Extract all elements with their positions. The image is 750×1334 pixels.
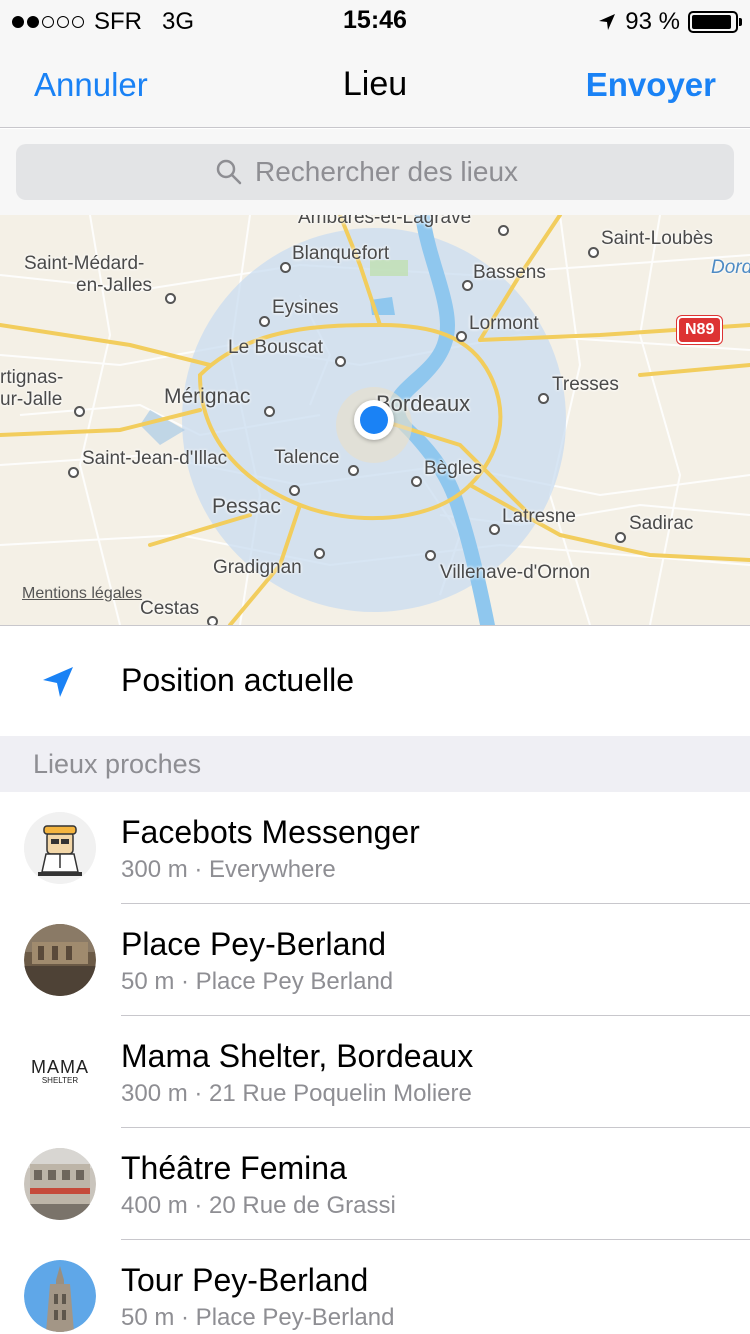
map-marker-icon	[74, 406, 85, 417]
status-right: 93 %	[597, 8, 742, 36]
map-marker-icon	[462, 280, 473, 291]
place-name: Tour Pey-Berland	[121, 1262, 369, 1298]
battery-icon	[688, 11, 742, 33]
map-label: rtignas-	[0, 367, 64, 388]
nearby-list: Facebots Messenger 300 m · Everywhere Pl…	[0, 792, 750, 1334]
map-view[interactable]: N89 Ambarès-et-Lagrave Blanquefort Saint…	[0, 215, 750, 625]
map-label: Gradignan	[213, 557, 302, 578]
map-label: Saint-Loubès	[601, 228, 713, 249]
map-label: Talence	[274, 447, 340, 468]
map-label: Cestas	[140, 598, 200, 619]
map-label: Saint-Jean-d'Illac	[82, 448, 228, 469]
map-label: Tresses	[552, 374, 619, 395]
map-label: Ambarès-et-Lagrave	[298, 215, 472, 228]
current-position-label: Position actuelle	[121, 662, 355, 698]
photo-avatar-icon	[24, 1148, 96, 1220]
place-name: Facebots Messenger	[121, 814, 420, 850]
status-bar: SFR 3G 15:46 93 %	[0, 0, 750, 40]
current-position-row[interactable]: Position actuelle	[0, 625, 750, 736]
map-marker-icon	[615, 532, 626, 543]
map-label: Le Bouscat	[228, 337, 324, 358]
place-detail: 300 m · 21 Rue Poquelin Moliere	[121, 1080, 472, 1107]
place-name: Mama Shelter, Bordeaux	[121, 1038, 474, 1074]
map-marker-icon	[314, 548, 325, 559]
map-marker-icon	[259, 316, 270, 327]
battery-percent: 93 %	[625, 8, 680, 35]
map-label: Saint-Médard-	[24, 253, 145, 274]
map-marker-icon	[264, 406, 275, 417]
map-marker-icon	[498, 225, 509, 236]
map-marker-icon	[538, 393, 549, 404]
search-area	[0, 129, 750, 215]
map-marker-icon	[489, 524, 500, 535]
list-item[interactable]: MAMA SHELTER Mama Shelter, Bordeaux 300 …	[0, 1016, 750, 1128]
map-label: ur-Jalle	[0, 389, 63, 410]
place-detail: 50 m · Place Pey Berland	[121, 968, 394, 995]
map-marker-icon	[280, 262, 291, 273]
search-input[interactable]	[255, 156, 535, 188]
mama-shelter-logo-icon: MAMA SHELTER	[24, 1036, 96, 1108]
place-name: Théâtre Femina	[121, 1150, 347, 1186]
photo-avatar-icon	[24, 1260, 96, 1332]
place-detail: 50 m · Place Pey-Berland	[121, 1304, 395, 1331]
map-marker-icon	[335, 356, 346, 367]
map-marker-icon	[588, 247, 599, 258]
map-marker-icon	[425, 550, 436, 561]
logo-subtext: SHELTER	[41, 1076, 79, 1085]
place-detail: 300 m · Everywhere	[121, 856, 336, 883]
search-icon	[215, 158, 243, 186]
map-marker-icon	[456, 331, 467, 342]
legal-link[interactable]: Mentions légales	[22, 585, 142, 603]
map-label: Mérignac	[164, 385, 251, 408]
logo-text: MAMA	[31, 1057, 89, 1077]
section-header: Lieux proches	[0, 736, 750, 792]
map-label: Blanquefort	[292, 243, 390, 264]
search-box[interactable]	[16, 144, 734, 200]
send-button[interactable]: Envoyer	[586, 66, 716, 104]
section-header-label: Lieux proches	[33, 749, 202, 779]
current-location-dot[interactable]	[354, 400, 394, 440]
location-arrow-icon	[599, 14, 616, 30]
map-label: Bègles	[424, 458, 483, 479]
map-marker-icon	[411, 476, 422, 487]
map-label: en-Jalles	[76, 275, 153, 296]
list-item[interactable]: Tour Pey-Berland 50 m · Place Pey-Berlan…	[0, 1240, 750, 1334]
map-label: Lormont	[469, 313, 539, 334]
place-detail: 400 m · 20 Rue de Grassi	[121, 1192, 396, 1219]
map-marker-icon	[68, 467, 79, 478]
map-label: Bassens	[473, 262, 546, 283]
map-label: Sadirac	[629, 513, 694, 534]
map-label: Eysines	[272, 297, 339, 318]
map-label: Pessac	[212, 495, 281, 518]
map-marker-icon	[165, 293, 176, 304]
map-marker-icon	[348, 465, 359, 476]
list-item[interactable]: Place Pey-Berland 50 m · Place Pey Berla…	[0, 904, 750, 1016]
map-marker-icon	[289, 485, 300, 496]
road-badge-n89: N89	[677, 316, 723, 344]
map-label: Dordogne	[711, 257, 750, 278]
location-arrow-icon	[40, 664, 76, 705]
robot-avatar-icon	[24, 812, 96, 884]
map-label: Villenave-d'Ornon	[440, 562, 591, 583]
list-item[interactable]: Facebots Messenger 300 m · Everywhere	[0, 792, 750, 904]
map-label: Latresne	[502, 506, 576, 527]
place-name: Place Pey-Berland	[121, 926, 387, 962]
list-item[interactable]: Théâtre Femina 400 m · 20 Rue de Grassi	[0, 1128, 750, 1240]
photo-avatar-icon	[24, 924, 96, 996]
map-marker-icon	[207, 616, 218, 625]
navigation-bar: Annuler Lieu Envoyer	[0, 40, 750, 128]
